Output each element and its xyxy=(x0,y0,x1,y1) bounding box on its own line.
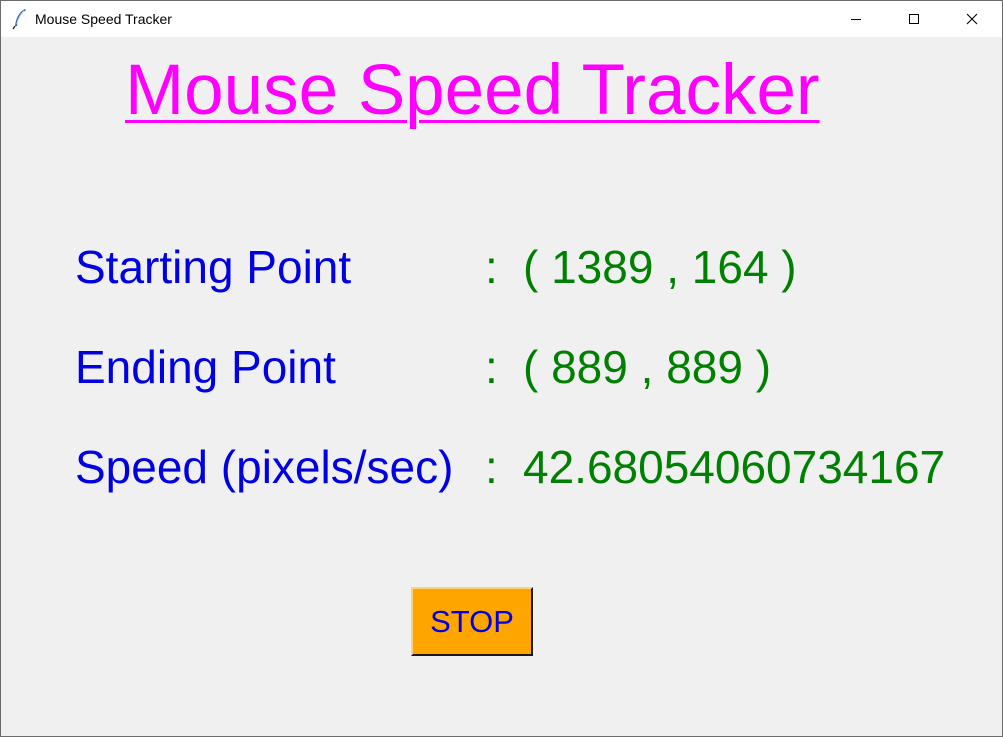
speed-label: Speed (pixels/sec) xyxy=(75,441,454,493)
page-title: Mouse Speed Tracker xyxy=(125,51,820,130)
title-bar[interactable]: Mouse Speed Tracker xyxy=(1,1,1002,37)
window-title: Mouse Speed Tracker xyxy=(35,11,172,27)
close-button[interactable] xyxy=(943,1,1001,37)
close-icon xyxy=(966,13,978,25)
ending-point-label: Ending Point xyxy=(75,341,336,393)
speed-value: 42.68054060734167 xyxy=(523,441,946,493)
minimize-button[interactable] xyxy=(827,1,885,37)
minimize-icon xyxy=(850,13,862,25)
stop-button[interactable]: STOP xyxy=(411,587,533,656)
ending-point-value: ( 889 , 889 ) xyxy=(523,341,772,393)
maximize-icon xyxy=(908,13,920,25)
main-content: Mouse Speed Tracker Starting Point : ( 1… xyxy=(1,37,1002,736)
starting-point-value: ( 1389 , 164 ) xyxy=(523,241,797,293)
ending-point-separator: : xyxy=(485,341,498,393)
starting-point-separator: : xyxy=(485,241,498,293)
starting-point-label: Starting Point xyxy=(75,241,352,293)
feather-icon xyxy=(11,8,29,30)
maximize-button[interactable] xyxy=(885,1,943,37)
speed-separator: : xyxy=(485,441,498,493)
app-window: Mouse Speed Tracker Mouse Speed Tracker … xyxy=(0,0,1003,737)
